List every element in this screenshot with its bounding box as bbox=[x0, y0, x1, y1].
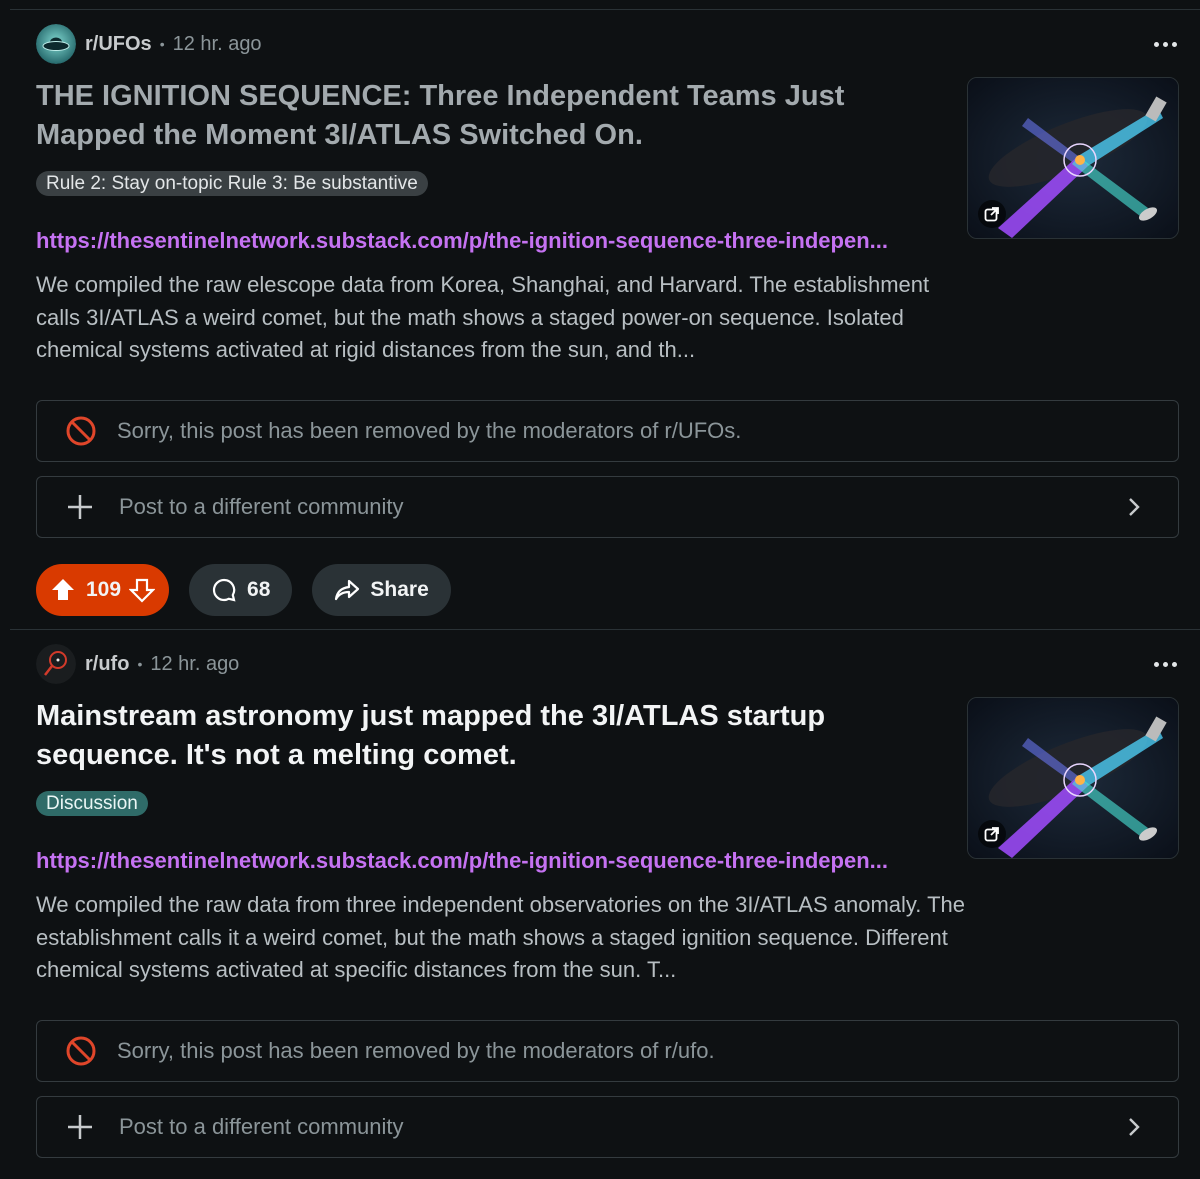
downvote-icon[interactable] bbox=[129, 577, 156, 603]
comment-count: 68 bbox=[247, 578, 271, 601]
more-dot-icon bbox=[1153, 661, 1159, 667]
meta-separator: • bbox=[137, 656, 143, 672]
post-body: We compiled the raw elescope data from K… bbox=[36, 272, 930, 362]
vote-pill: 109 bbox=[36, 564, 170, 616]
post-time: 12 hr. ago bbox=[150, 652, 240, 675]
more-dot-icon bbox=[1162, 41, 1168, 47]
subreddit-name[interactable]: r/UFOs bbox=[85, 33, 152, 56]
share-label: Share bbox=[370, 578, 429, 601]
chevron-right-icon bbox=[1129, 1118, 1140, 1136]
top-divider bbox=[10, 9, 1200, 10]
blocked-icon bbox=[66, 416, 96, 446]
plus-icon bbox=[68, 1115, 92, 1139]
more-dot-icon bbox=[1171, 41, 1177, 47]
external-link-icon bbox=[978, 820, 1006, 848]
removed-notice-text: Sorry, this post has been removed by the… bbox=[117, 418, 742, 443]
post-link[interactable]: https://thesentinelnetwork.substack.com/… bbox=[36, 846, 956, 876]
upvote-icon[interactable] bbox=[50, 577, 76, 603]
post-divider bbox=[10, 629, 1200, 630]
post-to-community-button[interactable]: Post to a different community bbox=[36, 1096, 1179, 1158]
more-options-button[interactable] bbox=[1150, 652, 1180, 676]
share-button[interactable]: Share bbox=[312, 564, 451, 616]
subreddit-avatar[interactable] bbox=[36, 644, 76, 684]
post-actions: 109 68 Share bbox=[36, 564, 451, 616]
post-time: 12 hr. ago bbox=[172, 32, 262, 55]
post-to-community-button[interactable]: Post to a different community bbox=[36, 476, 1179, 538]
plus-icon bbox=[68, 495, 92, 519]
removed-notice: Sorry, this post has been removed by the… bbox=[36, 400, 1179, 462]
share-arrow-icon bbox=[335, 579, 360, 601]
post-to-community-label: Post to a different community bbox=[119, 1114, 404, 1139]
post-flair: Rule 2: Stay on-topic Rule 3: Be substan… bbox=[36, 171, 428, 196]
external-link-icon bbox=[978, 200, 1006, 228]
removed-notice-text: Sorry, this post has been removed by the… bbox=[117, 1038, 715, 1063]
blocked-icon bbox=[66, 1036, 96, 1066]
vote-count: 109 bbox=[86, 578, 122, 601]
subreddit-avatar[interactable] bbox=[36, 24, 76, 64]
more-dot-icon bbox=[1171, 661, 1177, 667]
post-flair: Discussion bbox=[36, 791, 148, 816]
chevron-right-icon bbox=[1129, 498, 1140, 516]
more-dot-icon bbox=[1162, 661, 1168, 667]
more-dot-icon bbox=[1153, 41, 1159, 47]
post-title[interactable]: Mainstream astronomy just mapped the 3I/… bbox=[36, 697, 961, 775]
comments-button[interactable]: 68 bbox=[189, 564, 293, 616]
subreddit-name[interactable]: r/ufo bbox=[85, 653, 129, 676]
removed-notice: Sorry, this post has been removed by the… bbox=[36, 1020, 1179, 1082]
post-to-community-label: Post to a different community bbox=[119, 494, 404, 519]
post-thumbnail[interactable] bbox=[967, 697, 1179, 859]
post-meta: r/ufo • 12 hr. ago bbox=[36, 644, 239, 684]
post-body: We compiled the raw data from three inde… bbox=[36, 892, 966, 982]
more-options-button[interactable] bbox=[1150, 32, 1180, 56]
comment-bubble-icon bbox=[212, 578, 236, 602]
post-thumbnail[interactable] bbox=[967, 77, 1179, 239]
meta-separator: • bbox=[159, 36, 165, 52]
post-meta: r/UFOs • 12 hr. ago bbox=[36, 24, 262, 64]
post-link[interactable]: https://thesentinelnetwork.substack.com/… bbox=[36, 226, 956, 256]
post-title[interactable]: THE IGNITION SEQUENCE: Three Independent… bbox=[36, 77, 961, 155]
